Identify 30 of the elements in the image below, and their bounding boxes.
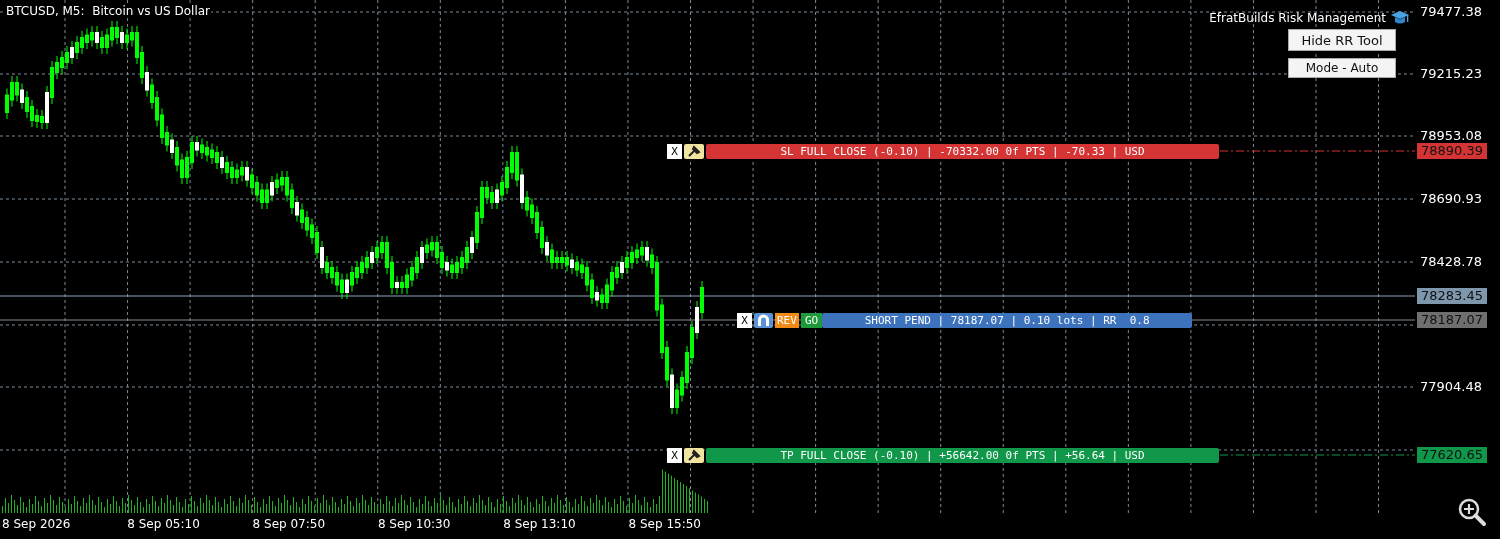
time-axis-label: 8 Sep 15:50 xyxy=(628,517,701,531)
price-tag: 78890.39 xyxy=(1417,143,1487,159)
time-axis-label: 8 Sep 13:10 xyxy=(503,517,576,531)
time-axis-label: 8 Sep 2026 xyxy=(2,517,71,531)
level-bar[interactable]: TP FULL CLOSE (-0.10) | +56642.00 0f PTS | +56.64 | USD xyxy=(706,448,1219,463)
level-bar[interactable]: SL FULL CLOSE (-0.10) | -70332.00 0f PTS | -70.33 | USD xyxy=(706,144,1219,159)
time-axis-label: 8 Sep 07:50 xyxy=(252,517,326,531)
time-axis-label: 8 Sep 10:30 xyxy=(377,517,451,531)
price-tag: 77620.65 xyxy=(1417,447,1487,463)
chart-title: BTCUSD, M5: Bitcoin vs US Dollar xyxy=(5,4,212,18)
time-axis-label: 8 Sep 05:10 xyxy=(127,517,200,531)
go-button[interactable]: GO xyxy=(800,313,823,328)
magnet-icon[interactable] xyxy=(754,313,773,328)
zoom-in-icon[interactable] xyxy=(1457,497,1487,527)
panel-button[interactable]: Hide RR Tool xyxy=(1288,29,1396,51)
price-axis-label: 78953.08 xyxy=(1420,128,1483,144)
panel-title: EfratBuilds Risk Management xyxy=(1209,11,1386,25)
price-tag: 78283.45 xyxy=(1417,288,1487,304)
price-axis-label: 79477.38 xyxy=(1420,4,1483,20)
price-axis-label: 79215.23 xyxy=(1420,66,1483,82)
price-axis-label: 77904.48 xyxy=(1420,379,1483,395)
close-level-button[interactable]: X xyxy=(667,448,682,463)
level-bar[interactable]: SHORT PEND | 78187.07 | 0.10 lots | RR 0.8 xyxy=(822,313,1193,328)
close-level-button[interactable]: X xyxy=(667,144,682,159)
price-axis-label: 78690.93 xyxy=(1420,191,1483,207)
graduation-cap-icon xyxy=(1390,10,1410,26)
price-axis-label: 78428.78 xyxy=(1420,254,1483,270)
panel-button[interactable]: Mode - Auto xyxy=(1288,58,1396,78)
close-level-button[interactable]: X xyxy=(737,313,752,328)
price-tag: 78187.07 xyxy=(1417,312,1487,328)
